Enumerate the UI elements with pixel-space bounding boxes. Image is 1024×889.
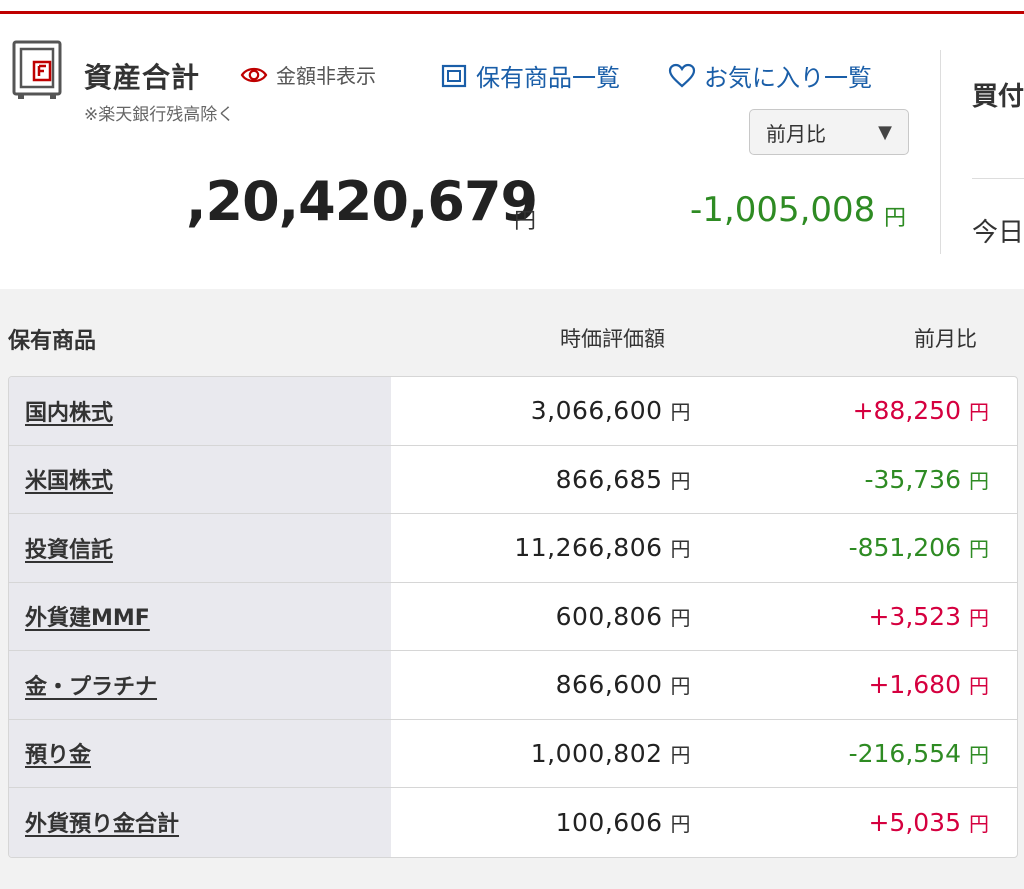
holdings-section: 保有商品 時価評価額 前月比 国内株式 3,066,600 円 +88,250 円 … xyxy=(0,289,1024,889)
holding-value: 100,606 xyxy=(555,807,663,837)
unit-label: 円 xyxy=(670,468,691,493)
holding-link-foreign-mmf[interactable]: 外貨建MMF xyxy=(25,600,150,632)
table-row: 米国株式 866,685 円 -35,736 円 xyxy=(9,445,1017,514)
holdings-header-name: 保有商品 xyxy=(8,329,97,354)
holding-value: 866,685 xyxy=(555,464,663,494)
hide-amount-label: 金額非表示 xyxy=(276,64,376,88)
page-title: 資産合計 xyxy=(84,61,201,94)
holding-link-domestic-stock[interactable]: 国内株式 xyxy=(25,395,113,427)
unit-label: 円 xyxy=(670,742,691,767)
holding-value: 3,066,600 xyxy=(530,396,663,426)
favorites-list-label: お気に入り一覧 xyxy=(704,64,872,92)
total-change-unit: 円 xyxy=(884,206,907,231)
holdings-table: 国内株式 3,066,600 円 +88,250 円 米国株式 866,685 円 -… xyxy=(8,376,1018,858)
hide-amount-toggle[interactable]: 金額非表示 xyxy=(240,60,376,89)
bank-exclusion-note: ※楽天銀行残高除く xyxy=(84,105,235,125)
unit-label: 円 xyxy=(969,605,989,630)
unit-label: 円 xyxy=(969,468,989,493)
bottom-edge xyxy=(0,870,1024,889)
table-row: 投資信託 11,266,806 円 -851,206 円 xyxy=(9,514,1017,583)
unit-label: 円 xyxy=(969,537,989,562)
holding-link-investment-trust[interactable]: 投資信託 xyxy=(25,532,113,564)
unit-label: 円 xyxy=(969,674,989,699)
holding-value: 600,806 xyxy=(555,601,663,631)
holding-change: -216,554 xyxy=(848,738,961,768)
holding-change: +1,680 xyxy=(868,670,961,700)
table-row: 外貨預り金合計 100,606 円 +5,035 円 xyxy=(9,788,1017,857)
unit-label: 円 xyxy=(969,400,989,425)
heart-icon xyxy=(668,63,696,87)
table-row: 預り金 1,000,802 円 -216,554 円 xyxy=(9,719,1017,788)
right-panel-divider xyxy=(972,178,1024,179)
holding-change: +5,035 xyxy=(868,807,961,837)
unit-label: 円 xyxy=(670,811,691,836)
table-row: 国内株式 3,066,600 円 +88,250 円 xyxy=(9,377,1017,446)
total-asset-value: ,20,420,679 xyxy=(186,170,538,233)
holding-link-gold-platinum[interactable]: 金・プラチナ xyxy=(25,669,157,701)
triangle-down-icon: ▼ xyxy=(878,121,892,143)
safe-icon xyxy=(12,40,62,99)
holding-change: +88,250 xyxy=(852,396,961,426)
unit-label: 円 xyxy=(670,537,691,562)
unit-label: 円 xyxy=(670,400,691,425)
holding-value: 866,600 xyxy=(555,670,663,700)
unit-label: 円 xyxy=(670,605,691,630)
period-select[interactable]: 前月比 ▼ xyxy=(749,109,909,155)
right-panel-label-today: 今日 xyxy=(972,218,1024,248)
unit-label: 円 xyxy=(969,811,989,836)
right-panel-label-buy: 買付 xyxy=(972,82,1024,112)
table-row: 外貨建MMF 600,806 円 +3,523 円 xyxy=(9,582,1017,651)
holding-value: 11,266,806 xyxy=(514,533,663,563)
holdings-list-link[interactable]: 保有商品一覧 xyxy=(440,58,620,93)
table-row: 金・プラチナ 866,600 円 +1,680 円 xyxy=(9,651,1017,720)
total-asset-change: -1,005,008 xyxy=(690,190,876,230)
period-select-value: 前月比 xyxy=(766,121,826,146)
unit-label: 円 xyxy=(969,742,989,767)
holding-change: -35,736 xyxy=(864,464,962,494)
total-asset-unit: 円 xyxy=(514,209,537,234)
holding-value: 1,000,802 xyxy=(530,738,663,768)
favorites-list-link[interactable]: お気に入り一覧 xyxy=(668,58,872,93)
holding-link-foreign-deposit-total[interactable]: 外貨預り金合計 xyxy=(25,806,179,838)
top-brand-bar xyxy=(0,0,1024,14)
unit-label: 円 xyxy=(670,674,691,699)
holdings-icon xyxy=(441,64,467,87)
holding-change: -851,206 xyxy=(848,533,961,563)
holdings-list-label: 保有商品一覧 xyxy=(476,64,620,92)
holding-link-us-stock[interactable]: 米国株式 xyxy=(25,463,113,495)
holdings-header-value: 時価評価額 xyxy=(560,327,665,351)
summary-divider xyxy=(940,50,941,254)
holdings-header-change: 前月比 xyxy=(914,327,977,351)
holding-link-deposit[interactable]: 預り金 xyxy=(25,737,91,769)
eye-icon xyxy=(240,67,268,82)
holding-change: +3,523 xyxy=(868,601,961,631)
